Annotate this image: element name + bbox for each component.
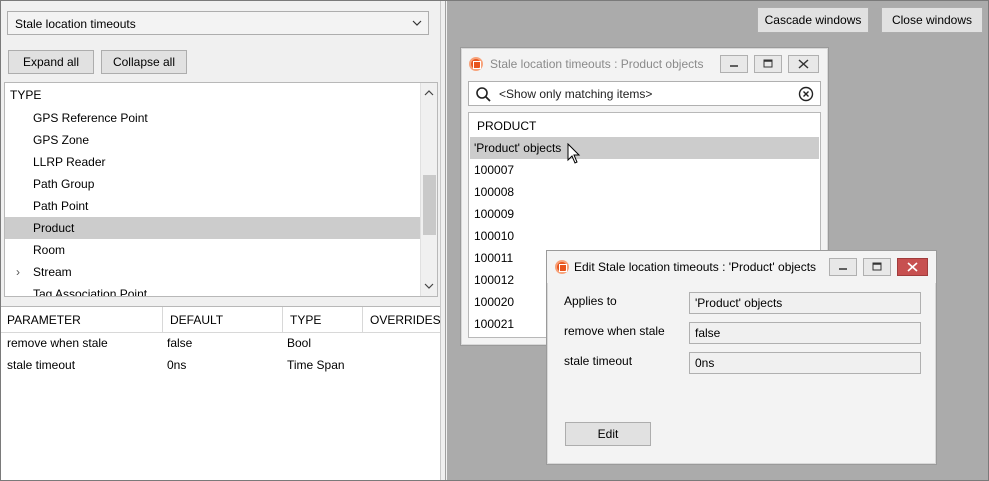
expand-all-button[interactable]: Expand all — [8, 50, 94, 74]
tree-item-selected[interactable]: Product — [5, 217, 420, 239]
filter-input[interactable]: <Show only matching items> — [468, 81, 821, 106]
table-cell[interactable]: remove when stale — [0, 332, 108, 354]
tree-item-label: Path Group — [33, 177, 95, 191]
mouse-cursor-icon — [567, 143, 581, 164]
panel-splitter[interactable] — [440, 0, 446, 481]
window-titlebar[interactable]: Edit Stale location timeouts : 'Product'… — [547, 251, 936, 283]
tree-item[interactable]: Path Group — [5, 173, 420, 195]
minimize-button[interactable] — [829, 258, 857, 276]
close-button[interactable] — [897, 258, 928, 276]
tree-item[interactable]: GPS Reference Point — [5, 107, 420, 129]
view-dropdown[interactable]: Stale location timeouts — [7, 11, 429, 35]
list-item[interactable]: 100010 — [470, 225, 819, 247]
table-cell[interactable]: stale timeout — [0, 354, 75, 376]
table-cell[interactable]: 0ns — [160, 354, 186, 376]
table-cell[interactable]: Time Span — [280, 354, 345, 376]
minimize-icon — [730, 65, 738, 67]
restore-icon — [763, 59, 773, 68]
tree-item-label: Path Point — [33, 199, 89, 213]
field-label-stale-timeout: stale timeout — [564, 354, 633, 368]
tree-item-label: Product — [33, 221, 75, 235]
field-value-stale-timeout: 0ns — [689, 352, 921, 374]
column-header-overrides[interactable]: OVERRIDES — [363, 307, 441, 333]
maximize-button[interactable] — [863, 258, 891, 276]
type-tree: TYPE GPS Reference Point GPS Zone LLRP R… — [4, 82, 438, 297]
close-windows-button[interactable]: Close windows — [881, 7, 983, 33]
tree-item-label: GPS Zone — [33, 133, 90, 147]
column-header-default[interactable]: DEFAULT — [163, 307, 283, 333]
field-value-remove-when-stale: false — [689, 322, 921, 344]
field-value-applies-to: 'Product' objects — [689, 292, 921, 314]
tree-item-label: Room — [33, 243, 66, 257]
list-item[interactable]: 100007 — [470, 159, 819, 181]
maximize-button[interactable] — [754, 55, 782, 73]
column-header-parameter[interactable]: PARAMETER — [0, 307, 163, 333]
tree-item-label: LLRP Reader — [33, 155, 106, 169]
scroll-up-icon[interactable] — [424, 88, 434, 98]
list-header: PRODUCT — [477, 119, 537, 133]
app-icon — [469, 57, 483, 71]
tree-item-label: GPS Reference Point — [33, 111, 148, 125]
clear-icon[interactable] — [798, 86, 814, 102]
tree-item[interactable]: Tag Association Point — [5, 283, 420, 297]
tree-item[interactable]: Path Point — [5, 195, 420, 217]
close-icon — [798, 59, 809, 69]
left-panel: Stale location timeouts Expand all Colla… — [0, 0, 441, 481]
field-label-remove-when-stale: remove when stale — [564, 324, 665, 338]
tree-item-label: Tag Association Point — [33, 287, 148, 297]
close-button[interactable] — [788, 55, 819, 73]
minimize-icon — [839, 268, 847, 270]
scroll-thumb[interactable] — [423, 175, 436, 235]
field-label-applies-to: Applies to — [564, 294, 617, 308]
tree-scrollbar[interactable] — [420, 83, 437, 296]
edit-button[interactable]: Edit — [565, 422, 651, 446]
edit-dialog-window: Edit Stale location timeouts : 'Product'… — [546, 250, 937, 465]
window-titlebar[interactable]: Stale location timeouts : Product object… — [461, 48, 828, 80]
view-dropdown-value: Stale location timeouts — [15, 17, 136, 31]
list-item-selected[interactable]: 'Product' objects — [470, 137, 819, 159]
tree-item[interactable]: GPS Zone — [5, 129, 420, 151]
column-header-type[interactable]: TYPE — [283, 307, 363, 333]
close-icon — [907, 262, 918, 272]
window-title: Edit Stale location timeouts : 'Product'… — [574, 260, 817, 274]
search-icon — [476, 87, 491, 102]
list-item[interactable]: 100008 — [470, 181, 819, 203]
chevron-down-icon — [412, 20, 422, 26]
list-item[interactable]: 100009 — [470, 203, 819, 225]
tree-header: TYPE — [10, 88, 42, 102]
cascade-windows-button[interactable]: Cascade windows — [757, 7, 869, 33]
minimize-button[interactable] — [720, 55, 748, 73]
filter-placeholder: <Show only matching items> — [499, 87, 653, 101]
tree-item-label: Stream — [33, 265, 72, 279]
collapse-all-button[interactable]: Collapse all — [101, 50, 187, 74]
tree-item[interactable]: LLRP Reader — [5, 151, 420, 173]
scroll-down-icon[interactable] — [424, 281, 434, 291]
restore-icon — [872, 262, 882, 271]
table-cell[interactable]: false — [160, 332, 192, 354]
parameters-table: PARAMETER DEFAULT TYPE OVERRIDES remove … — [0, 306, 441, 481]
tree-item[interactable]: › Stream — [5, 261, 420, 283]
tree-item[interactable]: Room — [5, 239, 420, 261]
table-cell[interactable]: Bool — [280, 332, 311, 354]
chevron-right-icon[interactable]: › — [16, 261, 20, 283]
app-icon — [555, 260, 569, 274]
window-title: Stale location timeouts : Product object… — [490, 57, 704, 71]
